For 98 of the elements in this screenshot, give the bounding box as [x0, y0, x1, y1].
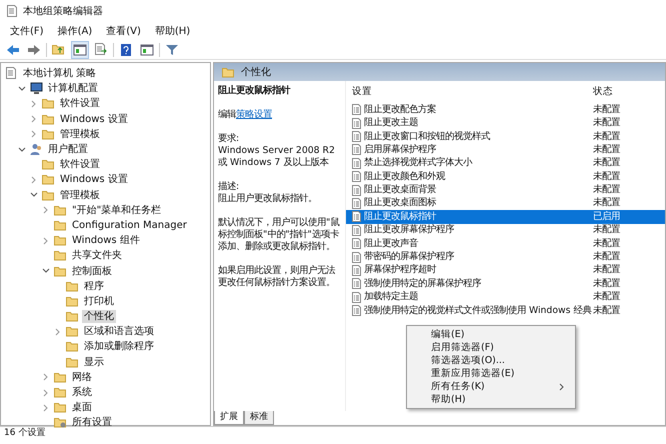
context-menu-item[interactable]: 筛选器选项(O)...	[407, 354, 575, 367]
tree-item[interactable]: 桌面	[70, 401, 94, 414]
setting-row[interactable]: 阻止更改桌面图标 未配置	[346, 196, 665, 210]
setting-row[interactable]: 加载特定主题 未配置	[346, 290, 665, 304]
tree-item[interactable]: Configuration Manager	[70, 218, 189, 232]
context-menu-item[interactable]: 重新应用筛选器(E)	[407, 367, 575, 380]
policy-settings-link[interactable]: 策略设置	[236, 109, 272, 120]
menu-item[interactable]: 帮助(H)	[148, 22, 196, 40]
setting-name: 加载特定主题	[364, 290, 418, 304]
requirements-label: 要求:	[218, 133, 240, 145]
setting-status: 未配置	[593, 236, 621, 251]
menu-item[interactable]: 文件(F)	[4, 22, 50, 40]
setting-row[interactable]: 带密码的屏幕保护程序 未配置	[346, 250, 665, 264]
setting-name: 启用屏幕保护程序	[364, 142, 436, 157]
setting-status: 未配置	[593, 142, 621, 157]
setting-row[interactable]: 强制使用特定的视觉样式文件或强制使用 Windows 经典 未配置	[346, 304, 665, 318]
view-tab[interactable]: 标准	[244, 411, 274, 425]
setting-name: 强制使用特定的屏幕保护程序	[364, 276, 481, 291]
setting-row[interactable]: 阻止更改屏幕保护程序 未配置	[346, 224, 665, 237]
tree-item[interactable]: 控制面板	[70, 264, 114, 278]
window-title: 本地组策略编辑器	[23, 4, 103, 18]
edit-label: 编辑	[218, 109, 236, 120]
description-text: 如果启用此设置，则用户无法更改任何鼠标指针方案设置。	[218, 265, 336, 289]
setting-row[interactable]: 阻止更改颜色和外观 未配置	[346, 170, 665, 184]
description-text: 默认情况下，用户可以使用"鼠标控制面板"中的"指针"选项卡添加、删除或更改鼠标指针。	[218, 217, 340, 253]
setting-name: 阻止更改桌面图标	[364, 196, 436, 210]
context-menu-item[interactable]: 帮助(H)	[407, 393, 575, 406]
menu-item[interactable]: 查看(V)	[100, 22, 147, 40]
setting-status: 未配置	[593, 183, 621, 197]
setting-status: 未配置	[593, 263, 621, 278]
tree-item[interactable]: "开始"菜单和任务栏	[70, 204, 164, 217]
tree-item[interactable]: 添加或删除程序	[82, 340, 156, 354]
tree-item[interactable]: 网络	[70, 370, 94, 384]
policy-title: 阻止更改鼠标指针	[218, 85, 292, 97]
requirements-text: Windows Server 2008 R2 或 Windows 7 及以上版本	[218, 145, 336, 169]
setting-name: 阻止更改配色方案	[364, 102, 436, 117]
tree-item[interactable]: 共享文件夹	[70, 249, 124, 262]
tree-item[interactable]: 打印机	[82, 294, 116, 308]
context-menu-item[interactable]: 编辑(E)	[407, 328, 575, 341]
tree-item[interactable]: 计算机配置	[46, 82, 100, 96]
setting-status: 未配置	[593, 116, 621, 130]
setting-name: 阻止更改声音	[364, 236, 418, 251]
setting-row[interactable]: 强制使用特定的屏幕保护程序 未配置	[346, 277, 665, 290]
context-menu-item[interactable]: 启用筛选器(F)	[407, 341, 575, 354]
tree-item[interactable]: 区域和语言选项	[82, 325, 156, 338]
tree-item[interactable]: 软件设置	[58, 158, 102, 172]
tree-item[interactable]: 显示	[82, 356, 106, 369]
setting-row[interactable]: 阻止更改窗口和按钮的视觉样式 未配置	[346, 130, 665, 144]
setting-name: 阻止更改桌面背景	[364, 183, 436, 197]
setting-name: 强制使用特定的视觉样式文件或强制使用 Windows 经典	[364, 304, 592, 318]
category-title: 个性化	[241, 66, 271, 80]
tree-item[interactable]: 软件设置	[58, 97, 102, 110]
description-text: 阻止用户更改鼠标指针。	[218, 193, 318, 205]
column-header[interactable]: 状态	[593, 84, 665, 100]
setting-row[interactable]: 禁止选择视觉样式字体大小 未配置	[346, 156, 665, 170]
setting-row[interactable]: 阻止更改配色方案 未配置	[346, 103, 665, 116]
tree-item[interactable]: 管理模板	[58, 188, 102, 202]
tree-item[interactable]: 程序	[82, 280, 106, 293]
setting-status: 已启用	[593, 210, 621, 224]
view-tab[interactable]: 扩展	[214, 411, 244, 425]
setting-status: 未配置	[593, 102, 621, 117]
setting-row[interactable]: 阻止更改鼠标指针 已启用	[346, 210, 665, 224]
setting-name: 阻止更改屏幕保护程序	[364, 223, 454, 238]
tree-item[interactable]: 个性化	[82, 310, 116, 324]
tree-item[interactable]: Windows 组件	[70, 234, 142, 248]
setting-row[interactable]: 阻止更改声音 未配置	[346, 236, 665, 250]
tree-item[interactable]: 所有设置	[70, 416, 114, 430]
setting-status: 未配置	[593, 223, 621, 238]
tree-item[interactable]: Windows 设置	[58, 173, 130, 186]
setting-row[interactable]: 启用屏幕保护程序 未配置	[346, 143, 665, 157]
tree-item[interactable]: Windows 设置	[58, 112, 130, 126]
setting-status: 未配置	[593, 304, 621, 318]
setting-name: 阻止更改颜色和外观	[364, 170, 445, 184]
description-label: 描述:	[218, 181, 240, 193]
setting-name: 禁止选择视觉样式字体大小	[364, 156, 472, 170]
setting-row[interactable]: 屏幕保护程序超时 未配置	[346, 264, 665, 278]
setting-status: 未配置	[593, 276, 621, 291]
menu-item[interactable]: 操作(A)	[52, 22, 98, 40]
setting-status: 未配置	[593, 130, 621, 144]
tree-item[interactable]: 本地计算机 策略	[21, 67, 98, 80]
setting-status: 未配置	[593, 170, 621, 184]
setting-row[interactable]: 阻止更改主题 未配置	[346, 116, 665, 130]
setting-row[interactable]: 阻止更改桌面背景 未配置	[346, 183, 665, 197]
status-text: 16 个设置	[4, 426, 46, 440]
setting-name: 带密码的屏幕保护程序	[364, 250, 454, 264]
setting-name: 阻止更改窗口和按钮的视觉样式	[364, 130, 490, 144]
setting-status: 未配置	[593, 156, 621, 170]
context-menu-item[interactable]: 所有任务(K)	[407, 380, 575, 393]
column-header[interactable]: 设置	[346, 84, 593, 100]
tree-item[interactable]: 管理模板	[58, 128, 102, 141]
setting-status: 未配置	[593, 196, 621, 210]
tree-item[interactable]: 系统	[70, 386, 94, 400]
setting-name: 阻止更改鼠标指针	[364, 210, 436, 224]
tree-item[interactable]: 用户配置	[46, 143, 90, 156]
setting-status: 未配置	[593, 250, 621, 264]
setting-name: 屏幕保护程序超时	[364, 263, 436, 278]
setting-name: 阻止更改主题	[364, 116, 418, 130]
setting-status: 未配置	[593, 290, 621, 304]
